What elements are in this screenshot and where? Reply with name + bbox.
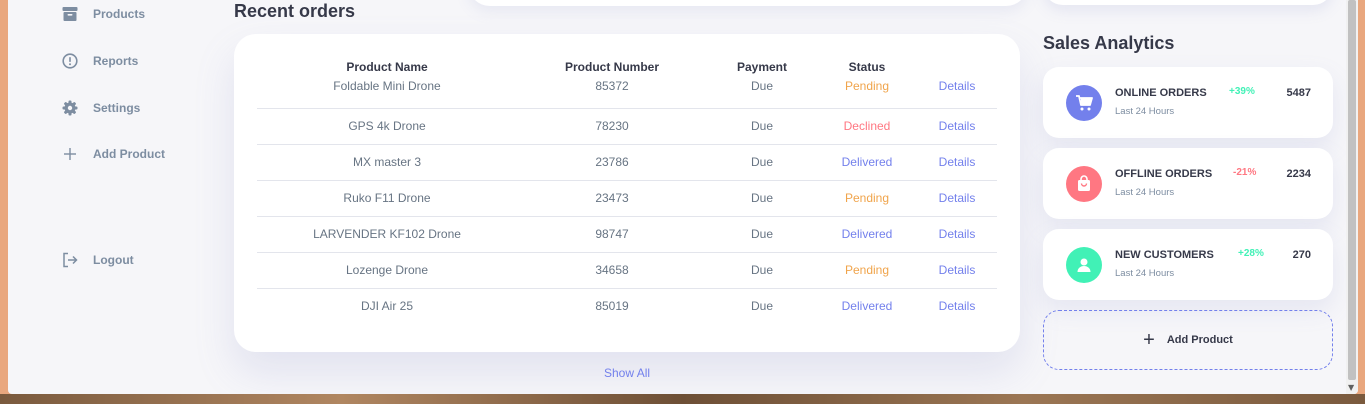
- details-link[interactable]: Details: [917, 252, 997, 289]
- orders-table: Product Name Product Number Payment Stat…: [257, 56, 997, 324]
- status: Pending: [817, 78, 917, 109]
- archive-icon: [62, 6, 78, 22]
- recent-orders-title: Recent orders: [234, 1, 356, 21]
- details-link[interactable]: Details: [917, 78, 997, 109]
- show-all-link[interactable]: Show All: [604, 366, 650, 380]
- payment: Due: [707, 252, 817, 289]
- status: Delivered: [817, 216, 917, 253]
- sidebar-item-label: Logout: [93, 253, 134, 267]
- logout-icon: [62, 252, 78, 268]
- sidebar-item-label: Reports: [93, 54, 139, 68]
- product-number: 23473: [517, 180, 707, 217]
- sidebar-item-products[interactable]: Products: [62, 6, 145, 22]
- plus-icon: [62, 146, 78, 162]
- payment: Due: [707, 144, 817, 181]
- payment: Due: [707, 180, 817, 217]
- product-name: LARVENDER KF102 Drone: [257, 216, 517, 253]
- table-row: GPS 4k Drone 78230 Due Declined Details: [257, 108, 997, 145]
- details-link[interactable]: Details: [917, 216, 997, 253]
- stat-subtitle: Last 24 Hours: [1115, 268, 1175, 279]
- profile-card-edge: [1043, 0, 1333, 5]
- desktop-background: [0, 394, 1365, 404]
- sidebar-item-label: Add Product: [93, 147, 165, 161]
- product-name: Foldable Mini Drone: [257, 78, 517, 109]
- app-window: Products Reports Settings Add Product Lo…: [8, 0, 1358, 394]
- status: Delivered: [817, 144, 917, 181]
- column-header-product-name: Product Name: [346, 60, 428, 74]
- stat-subtitle: Last 24 Hours: [1115, 187, 1175, 198]
- column-header-product-number: Product Number: [564, 60, 659, 74]
- product-name: Lozenge Drone: [257, 252, 517, 289]
- product-name: DJI Air 25: [360, 299, 414, 314]
- person-icon: [1066, 247, 1102, 283]
- table-header-row: Product Name Product Number Payment Stat…: [257, 56, 997, 78]
- stat-subtitle: Last 24 Hours: [1115, 106, 1175, 117]
- stat-title: NEW CUSTOMERS: [1115, 249, 1214, 261]
- cart-icon: [1066, 85, 1102, 121]
- sidebar-item-add-product[interactable]: Add Product: [62, 146, 165, 162]
- shopping-bag-icon: [1066, 166, 1102, 202]
- table-row: MX master 3 23786 Due Delivered Details: [257, 144, 997, 181]
- table-row: Ruko F11 Drone 23473 Due Pending Details: [257, 180, 997, 217]
- payment: Due: [707, 216, 817, 253]
- product-number: 98747: [517, 216, 707, 253]
- sidebar-item-label: Products: [93, 7, 146, 21]
- plus-icon: +: [1143, 329, 1155, 351]
- table-row: LARVENDER KF102 Drone 98747 Due Delivere…: [257, 216, 997, 253]
- table-row: DJI Air 25 85019 Due Delivered Details: [257, 288, 997, 324]
- details-link[interactable]: Details: [917, 180, 997, 217]
- details-link[interactable]: Details: [917, 144, 997, 181]
- scrollbar-thumb[interactable]: [1348, 0, 1356, 380]
- stat-percentage: -21%: [1233, 167, 1257, 178]
- product-name: MX master 3: [257, 144, 517, 181]
- column-header-payment: Payment: [736, 60, 788, 74]
- status: Declined: [817, 108, 917, 145]
- product-number: 78230: [517, 108, 707, 145]
- payment: Due: [750, 299, 773, 314]
- payment: Due: [707, 78, 817, 109]
- report-icon: [62, 53, 78, 69]
- sidebar-item-label: Settings: [93, 101, 141, 115]
- details-link[interactable]: Details: [917, 288, 997, 324]
- stat-value: 2234: [1286, 168, 1311, 180]
- product-number: 85372: [517, 78, 707, 109]
- sidebar-item-reports[interactable]: Reports: [62, 53, 138, 69]
- status: Pending: [817, 252, 917, 289]
- offline-orders-card[interactable]: OFFLINE ORDERS Last 24 Hours -21% 2234: [1043, 148, 1333, 219]
- sidebar-item-settings[interactable]: Settings: [62, 100, 140, 116]
- recent-orders-card: Product Name Product Number Payment Stat…: [234, 34, 1020, 352]
- table-row: Lozenge Drone 34658 Due Pending Details: [257, 252, 997, 289]
- add-product-button[interactable]: + Add Product: [1043, 310, 1333, 370]
- new-customers-card[interactable]: NEW CUSTOMERS Last 24 Hours +28% 270: [1043, 229, 1333, 300]
- gear-icon: [62, 100, 78, 116]
- sidebar-item-logout[interactable]: Logout: [62, 252, 134, 268]
- column-header-status: Status: [848, 60, 886, 74]
- stat-percentage: +39%: [1229, 86, 1255, 97]
- table-row: Foldable Mini Drone 85372 Due Pending De…: [257, 78, 997, 109]
- sales-analytics-title: Sales Analytics: [1043, 33, 1175, 53]
- product-name: Ruko F11 Drone: [257, 180, 517, 217]
- details-link[interactable]: Details: [917, 108, 997, 145]
- status: Pending: [817, 180, 917, 217]
- payment: Due: [707, 108, 817, 145]
- stat-value: 270: [1292, 249, 1311, 261]
- stat-percentage: +28%: [1238, 248, 1264, 259]
- insight-card-edge: [468, 0, 1028, 6]
- product-number: 85019: [595, 299, 629, 314]
- product-name: GPS 4k Drone: [257, 108, 517, 145]
- column-header-action: [917, 56, 997, 78]
- sidebar: Products Reports Settings Add Product Lo…: [8, 0, 228, 394]
- stat-value: 5487: [1286, 87, 1311, 99]
- status: Delivered: [841, 299, 893, 314]
- add-product-label: Add Product: [1166, 334, 1233, 346]
- product-number: 23786: [517, 144, 707, 181]
- product-number: 34658: [517, 252, 707, 289]
- scroll-down-arrow-icon[interactable]: ▼: [1348, 383, 1354, 392]
- online-orders-card[interactable]: ONLINE ORDERS Last 24 Hours +39% 5487: [1043, 67, 1333, 138]
- vertical-scrollbar[interactable]: ▼: [1346, 0, 1358, 394]
- stat-title: OFFLINE ORDERS: [1115, 168, 1213, 180]
- stat-title: ONLINE ORDERS: [1115, 87, 1207, 99]
